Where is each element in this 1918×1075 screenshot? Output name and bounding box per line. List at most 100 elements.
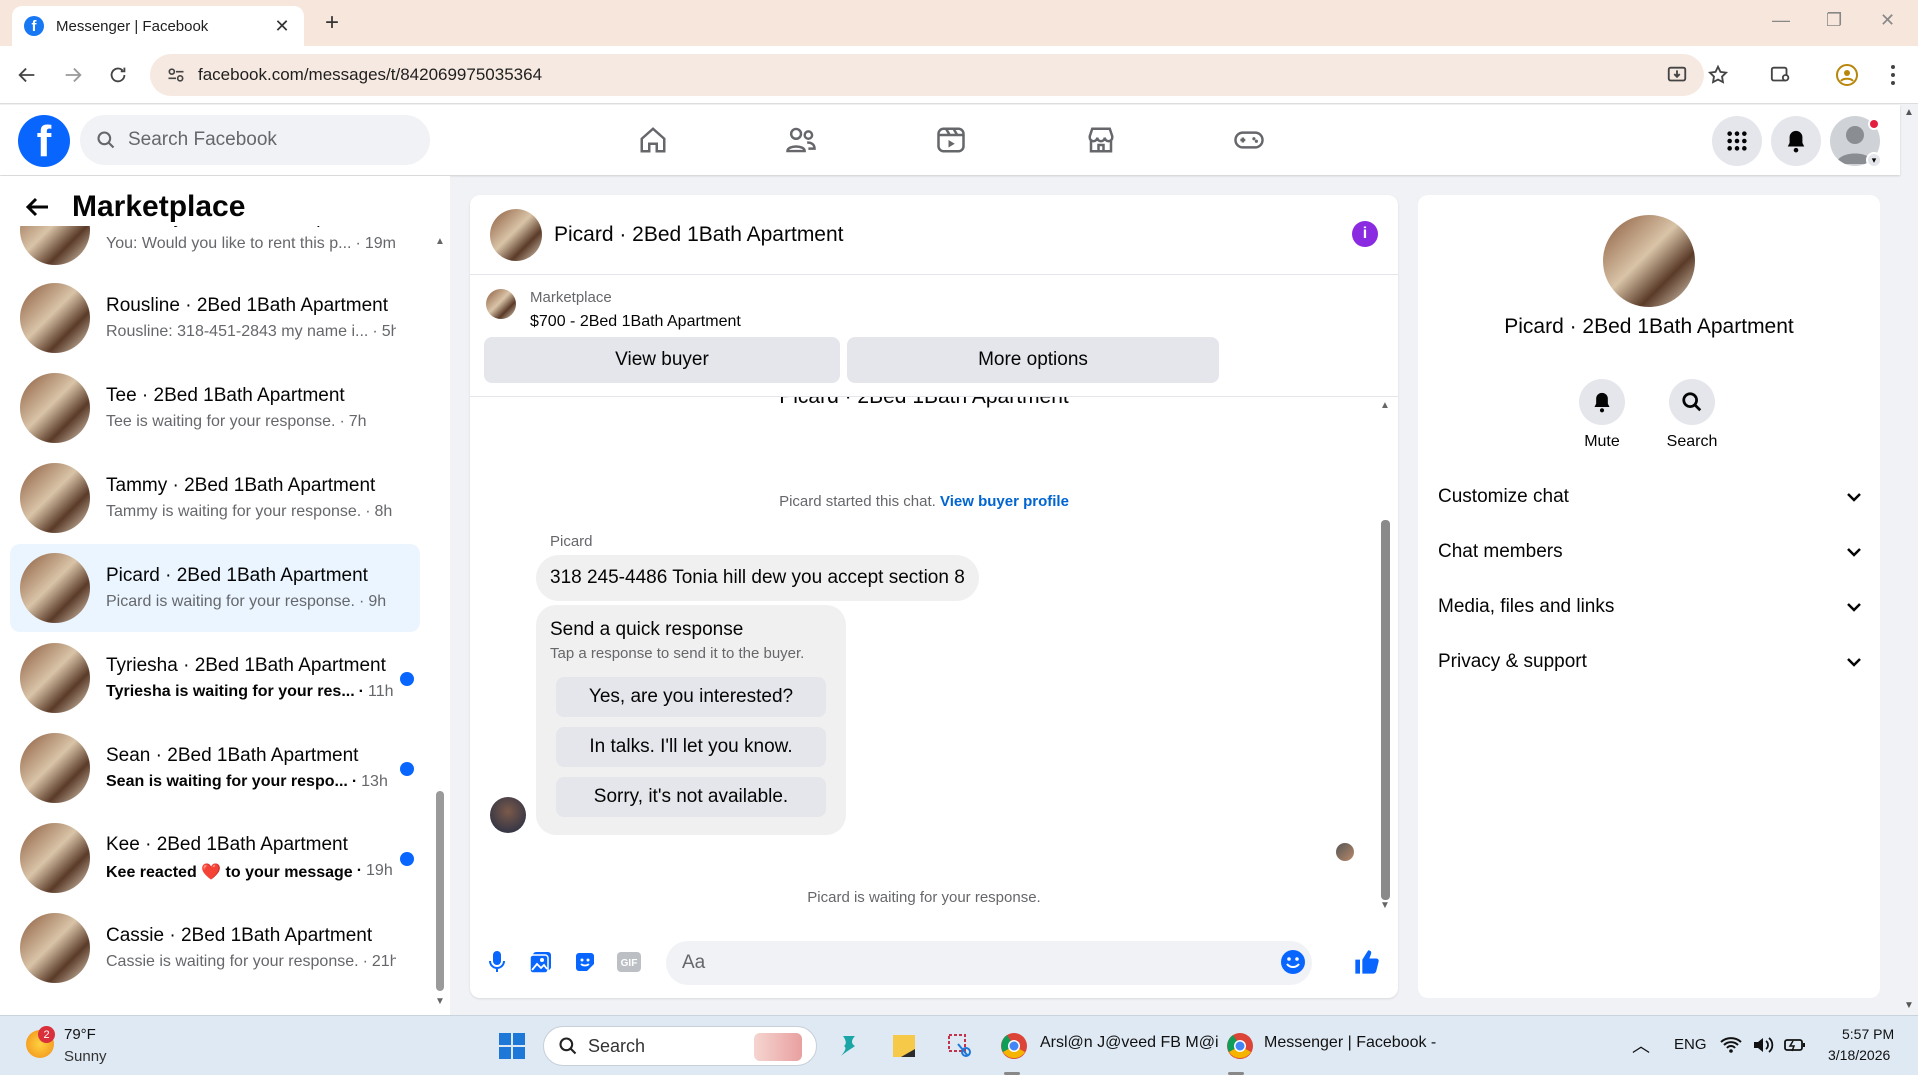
- emoji-icon[interactable]: [1278, 947, 1308, 977]
- customize-chat-section[interactable]: Customize chat: [1438, 477, 1862, 517]
- home-icon[interactable]: [632, 119, 674, 161]
- message-input[interactable]: Aa: [666, 941, 1312, 985]
- surfshark-icon[interactable]: [832, 1028, 868, 1064]
- notification-dot: [1868, 118, 1880, 130]
- snipping-tool-icon[interactable]: [942, 1028, 978, 1064]
- new-tab-button[interactable]: +: [318, 9, 346, 37]
- scrollbar-thumb[interactable]: [436, 791, 444, 991]
- notifications-bell-icon[interactable]: [1771, 116, 1821, 166]
- wifi-icon[interactable]: [1716, 1030, 1746, 1060]
- back-icon[interactable]: [12, 60, 42, 90]
- chevron-down-icon[interactable]: ▾: [1866, 152, 1882, 168]
- chrome-icon[interactable]: [1222, 1028, 1258, 1064]
- listing-thumbnail[interactable]: [486, 289, 516, 319]
- chat-members-section[interactable]: Chat members: [1438, 532, 1862, 572]
- sticker-icon[interactable]: [570, 947, 600, 977]
- view-buyer-profile-link[interactable]: View buyer profile: [940, 493, 1069, 510]
- quick-response-button[interactable]: Yes, are you interested?: [556, 677, 826, 717]
- more-options-button[interactable]: More options: [847, 337, 1219, 383]
- listing-title[interactable]: $700 - 2Bed 1Bath Apartment: [530, 313, 741, 331]
- back-arrow-icon[interactable]: [24, 196, 50, 218]
- facebook-search-input[interactable]: Search Facebook: [80, 115, 430, 165]
- battery-icon[interactable]: [1780, 1030, 1810, 1060]
- taskbar-app-label[interactable]: Messenger | Facebook -: [1264, 1034, 1436, 1052]
- scrollbar-thumb[interactable]: [1381, 520, 1390, 900]
- conversation-item[interactable]: Courtney · 2Bed 1Bath Apartment You: Woul…: [10, 226, 420, 274]
- address-bar[interactable]: facebook.com/messages/t/842069975035364: [150, 54, 1704, 96]
- conversation-item[interactable]: Tammy · 2Bed 1Bath Apartment Tammy is wai…: [10, 454, 420, 542]
- unread-dot: [400, 762, 414, 776]
- conversation-item[interactable]: Rousline · 2Bed 1Bath Apartment Rousline:…: [10, 274, 420, 362]
- mute-action[interactable]: Mute: [1562, 379, 1642, 451]
- conversation-sidebar: Marketplace Courtney · 2Bed 1Bath Apartm…: [0, 176, 450, 1015]
- conversation-item[interactable]: Tyriesha · 2Bed 1Bath Apartment Tyriesha …: [10, 634, 420, 722]
- search-action[interactable]: Search: [1652, 379, 1732, 451]
- conversation-item[interactable]: Tee · 2Bed 1Bath Apartment Tee is waiting…: [10, 364, 420, 452]
- chat-avatar[interactable]: [490, 208, 542, 261]
- chrome-icon[interactable]: [996, 1028, 1032, 1064]
- menu-grid-icon[interactable]: [1712, 116, 1762, 166]
- tab-search-icon[interactable]: [1766, 60, 1796, 90]
- conversation-preview-row: Cassie is waiting for your response. · 21h: [106, 953, 396, 971]
- close-window-icon[interactable]: ✕: [1880, 10, 1895, 31]
- conversation-avatar: [20, 823, 90, 893]
- chat-title[interactable]: Picard · 2Bed 1Bath Apartment: [554, 223, 844, 247]
- separator-dot: ·: [339, 413, 345, 430]
- bookmark-star-icon[interactable]: [1703, 60, 1733, 90]
- unread-dot: [400, 852, 414, 866]
- conversation-name: Rousline · 2Bed 1Bath Apartment: [106, 295, 389, 316]
- conversation-name: Picard · 2Bed 1Bath Apartment: [106, 565, 368, 586]
- volume-icon[interactable]: [1748, 1030, 1778, 1060]
- contact-avatar[interactable]: [1603, 215, 1695, 307]
- language-indicator[interactable]: ENG: [1674, 1036, 1707, 1053]
- gif-icon[interactable]: GIF: [614, 947, 644, 977]
- restore-icon[interactable]: ❐: [1826, 10, 1842, 31]
- thumbs-up-icon[interactable]: [1352, 947, 1382, 977]
- install-app-icon[interactable]: [1662, 60, 1692, 90]
- conversation-preview-row: Kee reacted ❤️ to your message · 19h: [106, 862, 396, 882]
- quick-response-title: Send a quick response: [550, 619, 744, 640]
- windows-start-icon[interactable]: [494, 1028, 530, 1064]
- quick-response-button[interactable]: In talks. I'll let you know.: [556, 727, 826, 767]
- conversation-item[interactable]: Sean · 2Bed 1Bath Apartment Sean is waiti…: [10, 724, 420, 812]
- gaming-icon[interactable]: [1228, 119, 1270, 161]
- close-tab-icon[interactable]: ✕: [272, 16, 292, 37]
- page-scrollbar[interactable]: ▲ ▼: [1900, 105, 1918, 1015]
- chat-info-panel: Picard · 2Bed 1Bath Apartment Mute Searc…: [1418, 195, 1880, 998]
- quick-response-button[interactable]: Sorry, it's not available.: [556, 777, 826, 817]
- facebook-logo-icon[interactable]: f: [18, 115, 70, 167]
- conversation-item[interactable]: Kee · 2Bed 1Bath Apartment Kee reacted ❤️…: [10, 814, 420, 902]
- chat-scrollbar[interactable]: ▲ ▼: [1378, 400, 1392, 912]
- conversation-item[interactable]: Cassie · 2Bed 1Bath Apartment Cassie is w…: [10, 904, 420, 992]
- conversation-name: Courtney · 2Bed 1Bath Apartment: [106, 226, 396, 229]
- marketplace-icon[interactable]: [1080, 119, 1122, 161]
- chevron-down-icon: [1847, 493, 1861, 502]
- video-icon[interactable]: [930, 119, 972, 161]
- taskbar-search[interactable]: Search: [543, 1026, 817, 1066]
- clock-date[interactable]: 3/18/2026: [1828, 1047, 1890, 1063]
- taskbar-app-label[interactable]: Arsl@n J@veed FB M@i: [1040, 1034, 1219, 1052]
- microphone-icon[interactable]: [482, 947, 512, 977]
- friends-icon[interactable]: [780, 119, 822, 161]
- conversation-time: 8h: [374, 503, 393, 520]
- info-icon[interactable]: i: [1352, 221, 1378, 247]
- browser-menu-icon[interactable]: [1878, 60, 1908, 90]
- reload-icon[interactable]: [103, 60, 133, 90]
- profile-icon[interactable]: [1832, 60, 1862, 90]
- chevron-up-icon[interactable]: ︿: [1632, 1032, 1650, 1058]
- media-files-links-section[interactable]: Media, files and links: [1438, 587, 1862, 627]
- forward-icon[interactable]: [58, 60, 88, 90]
- clock-time[interactable]: 5:57 PM: [1842, 1026, 1894, 1042]
- browser-tab[interactable]: f Messenger | Facebook ✕: [12, 6, 304, 46]
- privacy-support-section[interactable]: Privacy & support: [1438, 642, 1862, 682]
- url-text: facebook.com/messages/t/842069975035364: [198, 65, 543, 84]
- message-bubble[interactable]: 318 245-4486 Tonia hill dew you accept s…: [536, 555, 979, 601]
- site-info-icon[interactable]: [166, 65, 186, 85]
- photo-icon[interactable]: [526, 947, 556, 977]
- conversation-preview: Sean is waiting for your respo...: [106, 773, 348, 790]
- sidebar-scrollbar[interactable]: ▲ ▼: [435, 236, 445, 1007]
- minimize-icon[interactable]: —: [1772, 10, 1790, 31]
- conversation-item[interactable]: Picard · 2Bed 1Bath Apartment Picard is w…: [10, 544, 420, 632]
- view-buyer-button[interactable]: View buyer: [484, 337, 840, 383]
- sticky-notes-icon[interactable]: [886, 1028, 922, 1064]
